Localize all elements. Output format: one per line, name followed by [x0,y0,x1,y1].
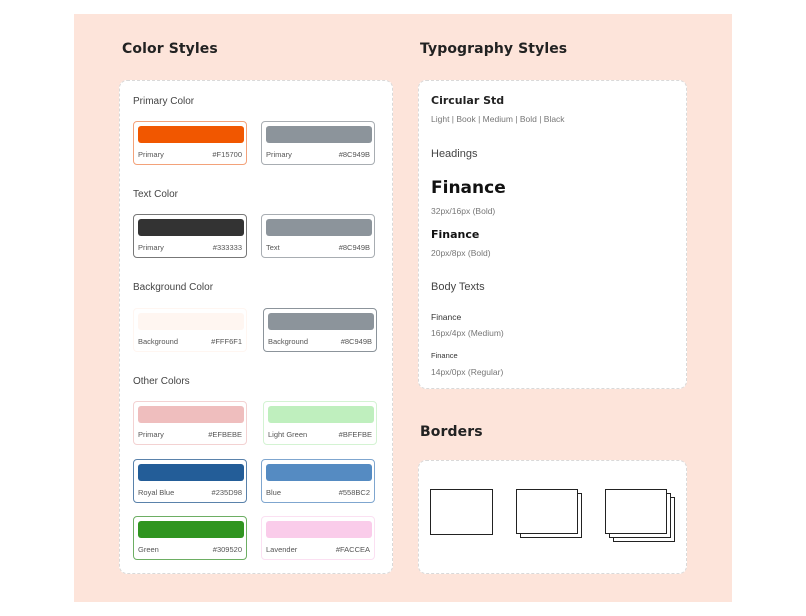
swatch-hex: #FACCEA [335,545,370,554]
swatch-name: Light Green [268,430,308,439]
swatch-color-bar [138,521,244,538]
swatch-color-bar [268,313,374,330]
typography-styles-title: Typography Styles [420,41,568,57]
swatch-hex: #8C949B [340,337,372,346]
font-weights: Light | Book | Medium | Bold | Black [431,114,565,124]
headings-label: Headings [431,148,478,160]
swatch-color-bar [138,126,244,143]
body-1-sample: Finance [431,312,462,322]
color-swatch[interactable]: Primary #333333 [133,214,247,258]
color-swatch[interactable]: Text #8C949B [261,214,375,258]
swatch-name: Background [138,337,179,346]
other-colors-heading: Other Colors [133,376,190,387]
swatch-color-bar [138,219,244,236]
swatch-color-bar [266,521,372,538]
swatch-color-bar [266,464,372,481]
swatch-hex: #309520 [212,545,242,554]
border-sample-single [430,489,493,535]
color-swatch[interactable]: Royal Blue #235D98 [133,459,247,503]
swatch-name: Text [266,243,280,252]
swatch-color-bar [266,219,372,236]
swatch-name: Primary [138,430,164,439]
swatch-hex: #FFF6F1 [211,337,242,346]
swatch-color-bar [266,126,372,143]
border-sample-triple [605,489,679,545]
swatch-name: Background [268,337,309,346]
text-color-heading: Text Color [133,189,179,200]
body-1-spec: 16px/4px (Medium) [431,328,504,338]
swatch-name: Lavender [266,545,298,554]
swatch-name: Blue [266,488,282,497]
color-swatch[interactable]: Primary #F15700 [133,121,247,165]
primary-color-heading: Primary Color [133,96,195,107]
borders-panel [418,460,687,574]
color-swatch[interactable]: Background #8C949B [263,308,377,352]
swatch-color-bar [138,464,244,481]
swatch-hex: #333333 [212,243,242,252]
swatch-name: Green [138,545,159,554]
swatch-name: Royal Blue [138,488,175,497]
color-swatch[interactable]: Primary #EFBEBE [133,401,247,445]
heading-2-spec: 20px/8px (Bold) [431,248,491,258]
typography-panel: Circular Std Light | Book | Medium | Bol… [418,80,687,389]
font-name: Circular Std [431,94,505,107]
color-styles-panel: Primary Color Primary #F15700 Primary #8… [119,80,393,574]
color-swatch[interactable]: Blue #558BC2 [261,459,375,503]
swatch-hex: #235D98 [211,488,242,497]
swatch-color-bar [138,406,244,423]
swatch-name: Primary [138,150,164,159]
heading-1-sample: Finance [431,178,506,198]
color-swatch[interactable]: Lavender #FACCEA [261,516,375,560]
heading-2-sample: Finance [431,228,480,241]
swatch-color-bar [268,406,374,423]
body-texts-label: Body Texts [431,281,485,293]
swatch-hex: #EFBEBE [208,430,242,439]
color-swatch[interactable]: Light Green #BFEFBE [263,401,377,445]
swatch-hex: #BFEFBE [338,430,372,439]
swatch-hex: #F15700 [212,150,242,159]
swatch-color-bar [138,313,244,330]
swatch-hex: #8C949B [338,243,370,252]
borders-title: Borders [420,424,483,440]
color-swatch[interactable]: Background #FFF6F1 [133,308,247,352]
swatch-hex: #8C949B [338,150,370,159]
body-2-spec: 14px/0px (Regular) [431,367,504,377]
swatch-name: Primary [266,150,292,159]
body-2-sample: Finance [431,351,458,360]
color-swatch[interactable]: Green #309520 [133,516,247,560]
border-sample-double [516,489,586,541]
heading-1-spec: 32px/16px (Bold) [431,206,496,216]
background-color-heading: Background Color [133,282,214,293]
swatch-name: Primary [138,243,164,252]
swatch-hex: #558BC2 [338,488,370,497]
color-styles-title: Color Styles [122,41,218,57]
color-swatch[interactable]: Primary #8C949B [261,121,375,165]
